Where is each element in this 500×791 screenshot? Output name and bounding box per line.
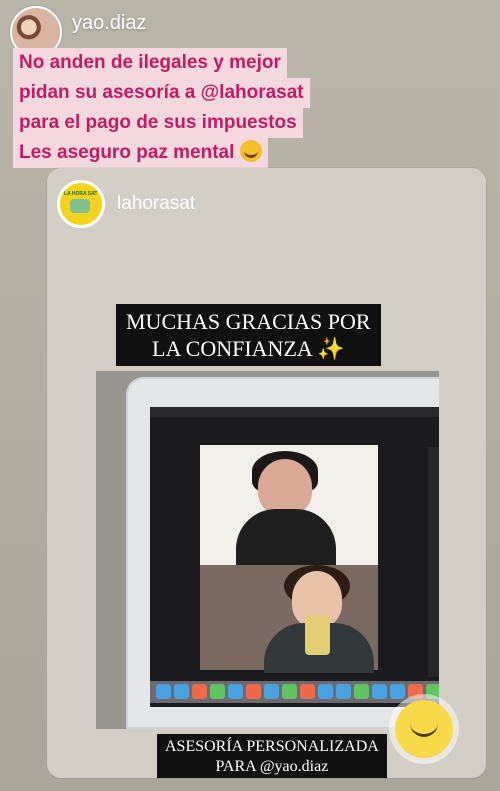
banner-bottom-line-2: PARA @yao.diaz [215,758,329,775]
caption-line-2: pidan su asesoría a @lahorasat [13,78,310,108]
mac-menubar [150,407,439,417]
video-call-tile-2 [200,565,378,673]
shared-post-username[interactable]: lahorasat [117,193,195,215]
story-caption: No anden de ilegales y mejor pidan su as… [13,48,373,168]
phone-icon [305,615,330,655]
thank-you-banner: MUCHAS GRACIAS POR LA CONFIANZA ✨ [116,304,381,366]
banner-top-line-2: LA CONFIANZA ✨ [152,336,345,361]
caption-line-4-text: Les aseguro paz mental [19,142,235,163]
laptop-image [126,377,439,729]
caption-line-3: para el pago de sus impuestos [13,108,303,138]
grinning-face-icon [239,140,262,162]
banner-top-line-1: MUCHAS GRACIAS POR [126,309,371,334]
screen-sidebar [428,447,439,677]
story-username[interactable]: yao.diaz [72,12,147,35]
post-photo [96,371,439,729]
shared-post-avatar[interactable] [57,180,105,228]
laptop-screen [150,407,439,707]
caption-line-4: Les aseguro paz mental [13,138,268,168]
sun-icon [395,700,453,758]
caption-line-1: No anden de ilegales y mejor [13,48,287,78]
shared-post-card[interactable]: lahorasat MUCHAS GRACIAS POR LA CONFIANZ… [47,168,486,778]
mac-dock [150,681,439,703]
banner-bottom-line-1: ASESORÍA PERSONALIZADA [165,738,379,755]
service-banner: ASESORÍA PERSONALIZADA PARA @yao.diaz [157,734,387,778]
shared-post-header: la hora sat [57,180,195,228]
video-call-tile-1 [200,445,378,565]
